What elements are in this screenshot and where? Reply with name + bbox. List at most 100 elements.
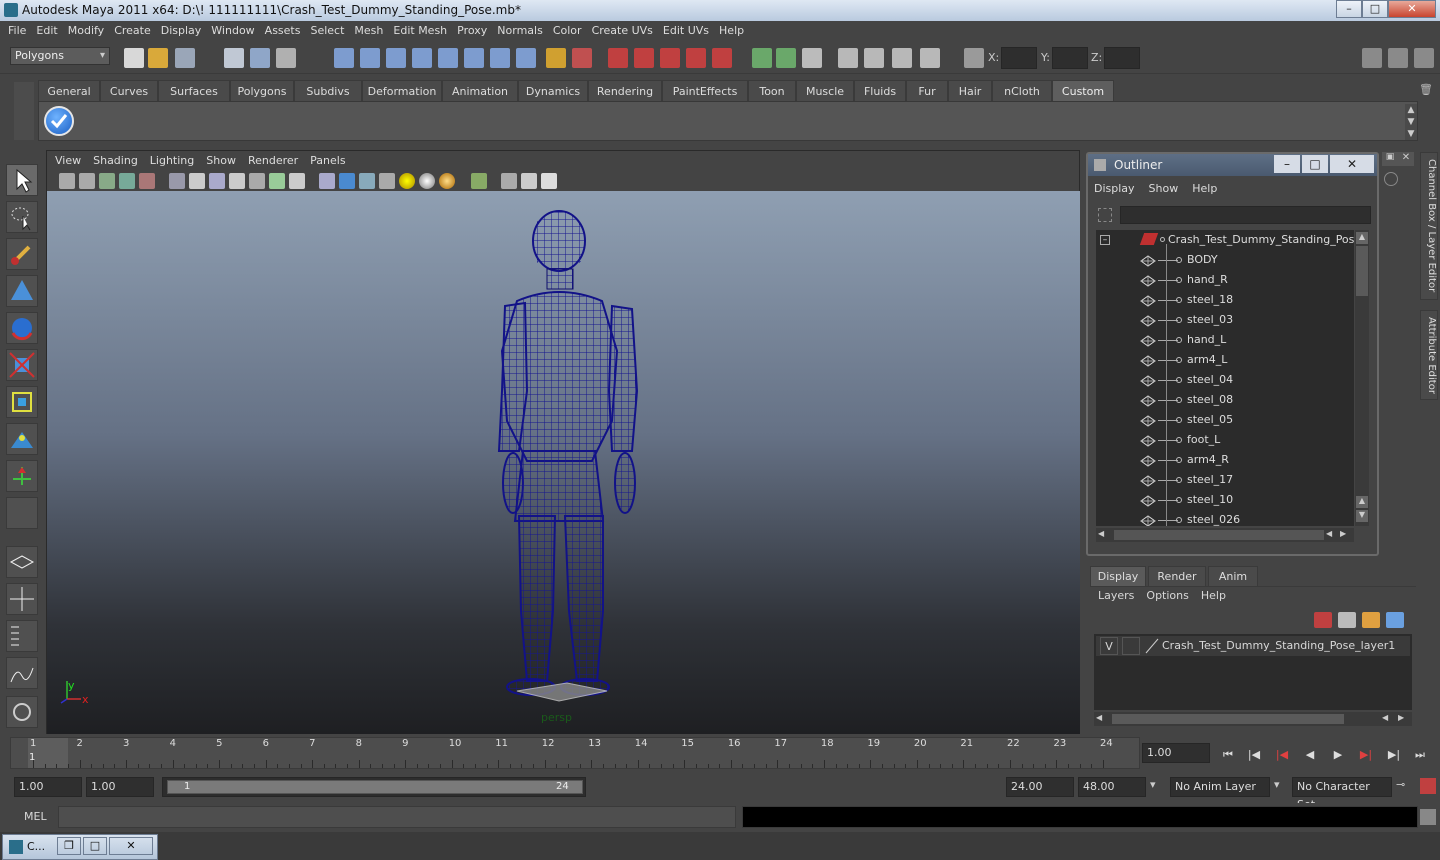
shelf-tab-dynamics[interactable]: Dynamics (518, 80, 588, 101)
time-slider[interactable]: 1 1 2 3 4 5 6 7 8 9 10 11 12 13 14 15 16 17 18 19 20 21 22 23 2… (10, 737, 1140, 769)
textured-icon[interactable] (379, 173, 395, 189)
hypershade-layout-icon[interactable] (6, 696, 38, 728)
menu-help[interactable]: Help (714, 21, 749, 41)
shelf-scroll-icon[interactable]: ▲ ▼ ▼ (1405, 104, 1417, 140)
viewport-menu-show[interactable]: Show (200, 151, 242, 171)
current-time-field[interactable]: 1.00 (1142, 743, 1210, 763)
single-perspective-layout-icon[interactable] (6, 546, 38, 578)
all-lights-icon[interactable] (419, 173, 435, 189)
layer-tab-display[interactable]: Display (1090, 566, 1146, 586)
outliner-item[interactable]: foot_L (1096, 430, 1354, 450)
bookmarks-icon[interactable] (99, 173, 115, 189)
key-icon[interactable]: ⊸ (1396, 778, 1410, 791)
layer-type-toggle[interactable] (1122, 637, 1140, 655)
layer-menu-options[interactable]: Options (1146, 589, 1188, 602)
step-forward-frame-icon[interactable]: ▶| (1384, 746, 1404, 764)
outliner-menu-display[interactable]: Display (1094, 182, 1135, 195)
snap-view-plane-icon[interactable] (686, 48, 706, 68)
new-layer-icon[interactable] (1362, 612, 1380, 628)
menu-mesh[interactable]: Mesh (349, 21, 388, 41)
xray-icon[interactable] (501, 173, 517, 189)
select-surfaces-icon[interactable] (412, 48, 432, 68)
camera-attributes-icon[interactable] (79, 173, 95, 189)
outliner-hscroll-thumb[interactable] (1114, 530, 1324, 540)
outliner-search-input[interactable] (1120, 206, 1371, 224)
outliner-item[interactable]: arm4_L (1096, 350, 1354, 370)
output-ops-icon[interactable] (776, 48, 796, 68)
maximize-small-button[interactable]: □ (83, 837, 107, 855)
shelf-tab-fur[interactable]: Fur (906, 80, 948, 101)
channelbox-tool-icon[interactable] (1384, 172, 1398, 186)
z-field[interactable] (1104, 47, 1140, 69)
trash-icon[interactable]: 🗑 (1418, 83, 1434, 97)
restore-button[interactable]: ❐ (57, 837, 81, 855)
persp-outliner-layout-icon[interactable] (6, 620, 38, 652)
menu-color[interactable]: Color (548, 21, 587, 41)
layer-menu-layers[interactable]: Layers (1098, 589, 1134, 602)
channelbox-float-icon[interactable]: ▣ (1382, 152, 1398, 166)
select-hierarchy-icon[interactable] (224, 48, 244, 68)
scale-tool-icon[interactable] (6, 349, 38, 381)
field-chart-icon[interactable] (249, 173, 265, 189)
layer-tab-render[interactable]: Render (1148, 566, 1206, 586)
outliner-item[interactable]: BODY (1096, 250, 1354, 270)
snap-grid-icon[interactable] (608, 48, 628, 68)
menu-edit-mesh[interactable]: Edit Mesh (388, 21, 452, 41)
select-tool-icon[interactable] (6, 164, 38, 196)
outliner-item[interactable]: steel_03 (1096, 310, 1354, 330)
paint-select-tool-icon[interactable] (6, 238, 38, 270)
wireframe-on-shaded-icon[interactable] (359, 173, 375, 189)
menu-select[interactable]: Select (305, 21, 349, 41)
viewport-menu-shading[interactable]: Shading (87, 151, 144, 171)
viewport-menu-panels[interactable]: Panels (304, 151, 351, 171)
shelf-tab-deformation[interactable]: Deformation (362, 80, 442, 101)
default-lighting-icon[interactable] (399, 173, 415, 189)
anim-layer-dropdown[interactable]: No Anim Layer (1170, 777, 1270, 797)
menu-display[interactable]: Display (156, 21, 207, 41)
layer-hscroll-thumb[interactable] (1112, 714, 1344, 724)
shelf-tab-surfaces[interactable]: Surfaces (158, 80, 230, 101)
minimized-window[interactable]: C... ❐ □ ✕ (2, 834, 158, 860)
safe-action-icon[interactable] (269, 173, 285, 189)
outliner-item[interactable]: steel_10 (1096, 490, 1354, 510)
range-slider-bar[interactable]: 1 24 (167, 780, 583, 794)
go-to-end-icon[interactable]: ⏭ (1410, 746, 1430, 764)
menu-assets[interactable]: Assets (260, 21, 306, 41)
outliner-item[interactable]: steel_04 (1096, 370, 1354, 390)
layer-color-icon[interactable] (1144, 637, 1160, 655)
playback-start-field[interactable]: 1.00 (86, 777, 154, 797)
outliner-close-button[interactable]: ✕ (1330, 155, 1374, 173)
save-scene-icon[interactable] (175, 48, 195, 68)
scroll-left-icon[interactable]: ◀ (1326, 529, 1338, 541)
anim-layer-menu-icon[interactable]: ▾ (1150, 778, 1164, 791)
channelbox-close-icon[interactable]: ✕ (1398, 152, 1414, 166)
outliner-item[interactable]: steel_17 (1096, 470, 1354, 490)
smooth-shade-icon[interactable] (339, 173, 355, 189)
shelf-tab-muscle[interactable]: Muscle (796, 80, 854, 101)
layer-hscrollbar[interactable]: ◀ ◀ ▶ (1094, 712, 1412, 726)
menu-window[interactable]: Window (206, 21, 259, 41)
lasso-tool-icon[interactable] (6, 201, 38, 233)
open-scene-icon[interactable] (148, 48, 168, 68)
scroll-right-icon[interactable]: ▶ (1398, 713, 1404, 722)
safe-title-icon[interactable] (289, 173, 305, 189)
soft-modification-icon[interactable] (6, 423, 38, 455)
viewport-menu-lighting[interactable]: Lighting (144, 151, 200, 171)
select-rendering-icon[interactable] (490, 48, 510, 68)
command-input[interactable] (58, 806, 736, 828)
step-forward-key-icon[interactable]: ▶| (1356, 746, 1376, 764)
outliner-item[interactable]: arm4_R (1096, 450, 1354, 470)
2d-pan-zoom-icon[interactable] (139, 173, 155, 189)
select-dynamics-icon[interactable] (464, 48, 484, 68)
shelf-tab-hair[interactable]: Hair (948, 80, 992, 101)
shelf-tab-general[interactable]: General (38, 80, 100, 101)
scroll-down-icon[interactable]: ▼ (1356, 510, 1368, 522)
rotate-tool-icon[interactable] (6, 312, 38, 344)
shelf-tab-rendering[interactable]: Rendering (588, 80, 662, 101)
scroll-left-icon[interactable]: ◀ (1382, 713, 1388, 722)
outliner-vscrollbar[interactable]: ▲ ▲ ▼ (1355, 230, 1369, 526)
outliner-item[interactable]: hand_L (1096, 330, 1354, 350)
outliner-item[interactable]: steel_08 (1096, 390, 1354, 410)
isolate-select-icon[interactable] (471, 173, 487, 189)
scroll-left-icon[interactable]: ◀ (1096, 713, 1102, 722)
